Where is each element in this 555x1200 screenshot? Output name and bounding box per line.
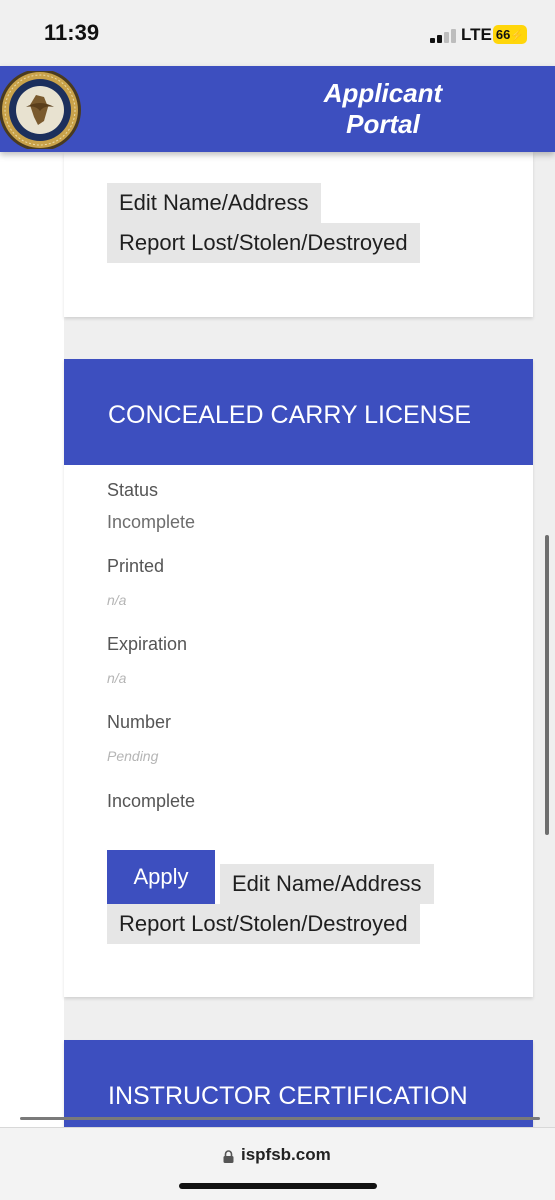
apply-button[interactable]: Apply — [107, 850, 215, 904]
url-text[interactable]: ispfsb.com — [241, 1145, 331, 1165]
app-header: Applicant Portal — [0, 66, 555, 152]
browser-address-bar[interactable]: ispfsb.com — [0, 1127, 555, 1200]
card-title: CONCEALED CARRY LICENSE — [108, 401, 472, 429]
lock-icon — [223, 1150, 234, 1163]
battery-icon: 66⚡ — [493, 25, 527, 44]
network-type: LTE — [461, 25, 492, 44]
printed-value: n/a — [107, 592, 127, 608]
page-title-line1: Applicant — [323, 78, 443, 108]
illinois-state-police-seal-icon[interactable] — [0, 71, 84, 149]
battery-level: 66 — [495, 27, 511, 42]
page-title-line2: Portal — [346, 109, 420, 139]
cellular-signal-icon — [430, 29, 458, 43]
application-status-text: Incomplete — [107, 791, 196, 811]
license-card-top: Edit Name/Address Report Lost/Stolen/Des… — [64, 152, 533, 317]
card-title: INSTRUCTOR CERTIFICATION — [108, 1082, 468, 1110]
report-lost-stolen-button[interactable]: Report Lost/Stolen/Destroyed — [107, 904, 420, 944]
card-header: CONCEALED CARRY LICENSE — [64, 359, 533, 465]
number-label: Number — [107, 712, 172, 732]
status-bar: 11:39 LTE 66⚡ — [0, 0, 555, 66]
expiration-value: n/a — [107, 670, 127, 686]
printed-label: Printed — [107, 556, 165, 576]
page-left-margin — [0, 152, 64, 1127]
report-lost-stolen-button[interactable]: Report Lost/Stolen/Destroyed — [107, 223, 420, 263]
browser-toolbar-divider — [20, 1117, 540, 1120]
home-indicator[interactable] — [179, 1183, 377, 1189]
number-value: Pending — [107, 748, 159, 764]
expiration-label: Expiration — [107, 634, 188, 654]
instructor-certification-card: INSTRUCTOR CERTIFICATION — [64, 1040, 533, 1127]
status-label: Status — [107, 480, 159, 500]
page-title: Applicant Portal — [300, 78, 466, 140]
edit-name-address-button[interactable]: Edit Name/Address — [107, 183, 321, 223]
status-value: Incomplete — [107, 512, 196, 532]
status-time: 11:39 — [44, 20, 100, 45]
edit-name-address-button[interactable]: Edit Name/Address — [220, 864, 434, 904]
page-scrollbar[interactable] — [545, 535, 549, 835]
concealed-carry-license-card: CONCEALED CARRY LICENSE Status Incomplet… — [64, 359, 533, 997]
